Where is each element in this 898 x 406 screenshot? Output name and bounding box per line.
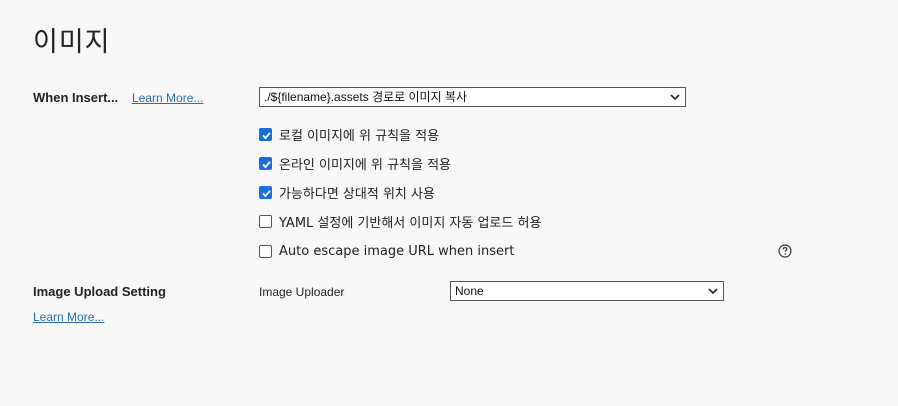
- image-upload-setting-label: Image Upload Setting: [33, 284, 166, 299]
- apply-local-images-checkbox[interactable]: [259, 127, 272, 141]
- yaml-auto-upload-option[interactable]: YAML 설정에 기반해서 이미지 자동 업로드 허용: [259, 213, 542, 231]
- help-circle-icon[interactable]: [778, 244, 792, 258]
- yaml-auto-upload-label: YAML 설정에 기반해서 이미지 자동 업로드 허용: [279, 215, 542, 231]
- auto-escape-url-label: Auto escape image URL when insert: [279, 243, 515, 259]
- use-relative-path-label: 가능하다면 상대적 위치 사용: [279, 186, 435, 202]
- when-insert-select-value: ./${filename}.assets 경로로 이미지 복사: [264, 90, 468, 104]
- when-insert-label: When Insert...: [33, 90, 119, 105]
- page-title: 이미지: [33, 27, 111, 58]
- apply-online-images-option[interactable]: 온라인 이미지에 위 규칙을 적용: [259, 155, 452, 173]
- preferences-image-page: 이미지 When Insert... Learn More... ./${fil…: [0, 0, 898, 406]
- image-upload-learn-more-link[interactable]: Learn More...: [33, 310, 104, 324]
- when-insert-select[interactable]: ./${filename}.assets 경로로 이미지 복사: [259, 87, 686, 107]
- yaml-auto-upload-checkbox[interactable]: [259, 214, 272, 228]
- chevron-down-icon: [670, 94, 680, 101]
- chevron-down-icon: [708, 288, 718, 295]
- auto-escape-url-checkbox[interactable]: [259, 244, 272, 258]
- checkmark-icon: [262, 131, 271, 139]
- checkmark-icon: [262, 189, 271, 197]
- auto-escape-url-option[interactable]: Auto escape image URL when insert: [259, 243, 514, 259]
- image-uploader-select-value: None: [455, 284, 484, 298]
- apply-online-images-label: 온라인 이미지에 위 규칙을 적용: [279, 157, 452, 173]
- image-uploader-select[interactable]: None: [450, 281, 724, 301]
- apply-local-images-label: 로컬 이미지에 위 규칙을 적용: [279, 128, 440, 144]
- apply-online-images-checkbox[interactable]: [259, 156, 272, 170]
- use-relative-path-option[interactable]: 가능하다면 상대적 위치 사용: [259, 184, 435, 202]
- use-relative-path-checkbox[interactable]: [259, 185, 272, 199]
- when-insert-learn-more-link[interactable]: Learn More...: [132, 91, 203, 105]
- image-uploader-label: Image Uploader: [259, 285, 345, 299]
- checkmark-icon: [262, 160, 271, 168]
- apply-local-images-option[interactable]: 로컬 이미지에 위 규칙을 적용: [259, 126, 440, 144]
